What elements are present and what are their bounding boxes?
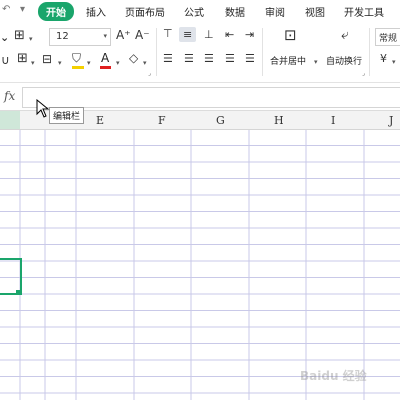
justify-icon[interactable]: ☰ — [225, 53, 235, 65]
align-bottom-icon[interactable]: ⊥ — [204, 29, 214, 41]
decrease-font-size-icon[interactable]: A⁻ — [135, 29, 150, 41]
align-left-icon[interactable]: ☰ — [163, 53, 173, 65]
wrap-text-label[interactable]: 自动换行 — [326, 54, 362, 67]
fill-handle[interactable] — [16, 290, 20, 294]
decrease-indent-icon[interactable]: ⇤ — [225, 29, 234, 41]
dropdown-arrow-icon[interactable]: ▾ — [20, 4, 25, 15]
align-middle-icon[interactable]: ≡ — [183, 29, 192, 41]
watermark: Baidu 经验 — [300, 369, 367, 383]
distribute-icon[interactable]: ☰ — [245, 53, 255, 65]
menu-bar: ↶ ▾ 开始 插入 页面布局 公式 数据 审阅 视图 开发工具 — [0, 0, 400, 24]
chevron-down-icon[interactable]: ▾ — [143, 57, 147, 69]
merge-center-label[interactable]: 合并居中 — [270, 54, 306, 67]
chevron-down-icon[interactable]: ▾ — [58, 57, 62, 69]
wrap-text-icon[interactable]: ⤶ — [341, 28, 349, 42]
fill-color-swatch — [72, 66, 84, 69]
tab-insert[interactable]: 插入 — [86, 4, 106, 19]
tooltip: 编辑栏 — [49, 107, 85, 124]
fill-color-icon[interactable]: ⛉ — [72, 52, 81, 64]
divider — [369, 28, 370, 76]
column-header-f[interactable]: F — [158, 114, 166, 127]
tab-formulas[interactable]: 公式 — [184, 4, 204, 19]
clear-format-icon[interactable]: ◇ — [129, 52, 138, 64]
column-header-g[interactable]: G — [216, 114, 225, 127]
chevron-down-icon[interactable]: ▾ — [87, 57, 91, 69]
tab-view[interactable]: 视图 — [305, 4, 325, 19]
align-top-icon[interactable]: ⊤ — [163, 28, 173, 40]
tab-review[interactable]: 审阅 — [265, 4, 285, 19]
underline-dropdown[interactable]: ⌄ — [0, 32, 9, 44]
align-right-icon[interactable]: ☰ — [204, 53, 214, 65]
tab-page-layout[interactable]: 页面布局 — [125, 4, 165, 19]
dialog-launcher-icon[interactable]: ⌟ — [148, 68, 151, 80]
borders-icon[interactable]: ⊞ — [17, 52, 28, 65]
chevron-down-icon[interactable]: ▾ — [314, 56, 318, 68]
font-color-icon[interactable]: A — [101, 52, 109, 64]
font-color-swatch — [100, 66, 111, 69]
divider — [156, 28, 157, 76]
increase-indent-icon[interactable]: ⇥ — [245, 29, 254, 41]
align-center-icon[interactable]: ☰ — [184, 53, 194, 65]
ribbon: ⌄ ⊞ ▾ 12 ▾ A⁺ A⁻ ∪ ⊞ ▾ ⊟ ▾ ⛉ ▾ A ▾ ◇ ▾ ⌟… — [0, 24, 400, 83]
special-border-icon[interactable]: ⊟ — [42, 53, 52, 65]
font-size-value: 12 — [56, 31, 69, 42]
spreadsheet-grid[interactable]: E F G H I J 编辑栏 Baidu 经验 — [0, 99, 400, 400]
chevron-down-icon[interactable]: ▾ — [116, 57, 120, 69]
font-size-select[interactable]: 12 ▾ — [49, 28, 111, 46]
corner-header[interactable] — [0, 111, 20, 129]
number-format-select[interactable]: 常规 — [375, 28, 400, 46]
merge-cells-icon[interactable]: ⊡ — [284, 28, 297, 43]
increase-font-size-icon[interactable]: A⁺ — [116, 29, 131, 41]
chevron-down-icon: ▾ — [103, 32, 107, 40]
chevron-down-icon[interactable]: ▾ — [31, 57, 35, 69]
tab-start[interactable]: 开始 — [38, 2, 74, 21]
grid-canvas — [0, 128, 400, 400]
dialog-launcher-icon[interactable]: ⌟ — [362, 68, 365, 80]
column-header-j[interactable]: J — [389, 114, 393, 127]
chevron-down-icon[interactable]: ▾ — [392, 56, 396, 68]
column-header-h[interactable]: H — [274, 114, 284, 127]
column-header-i[interactable]: I — [331, 114, 335, 127]
number-format-value: 常规 — [379, 34, 398, 44]
mouse-cursor-icon — [36, 99, 50, 118]
redo-arrow-icon[interactable]: ↶ — [2, 4, 10, 15]
fx-icon[interactable]: fx — [4, 89, 15, 103]
italic-icon[interactable]: ∪ — [1, 54, 10, 66]
chevron-down-icon[interactable]: ▾ — [29, 33, 33, 45]
formula-input[interactable] — [22, 87, 400, 108]
tab-developer[interactable]: 开发工具 — [344, 4, 384, 19]
currency-icon[interactable]: ¥ — [380, 53, 387, 65]
tab-data[interactable]: 数据 — [225, 4, 245, 19]
column-header-e[interactable]: E — [96, 114, 104, 127]
border-grid-icon[interactable]: ⊞ — [14, 29, 25, 42]
divider — [262, 28, 263, 76]
